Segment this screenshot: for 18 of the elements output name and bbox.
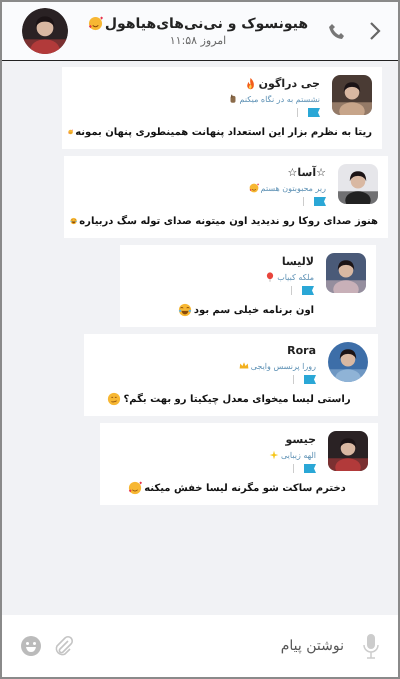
message-text: اون برنامه خیلی سم بود xyxy=(194,304,314,316)
message-text: هنوز صدای روکا رو ندیدید اون میتونه صدای توله سگ دربیاره xyxy=(79,216,378,226)
sender-status: ریر محبوبتون هستم xyxy=(260,184,326,192)
message-input[interactable]: نوشتن پیام xyxy=(84,638,352,654)
sender-name[interactable]: لالیسا xyxy=(282,255,314,268)
message-text: ریتا به نظرم بزار این استعداد پنهانت همینطوری پنهان بمونه xyxy=(75,126,372,138)
message-text: راستی لیسا میخوای معدل چیکیتا رو بهت بگم؟ xyxy=(123,394,351,404)
chat-title: هیونسوک و نی‌نی‌های‌هیاهول xyxy=(104,16,308,32)
sender-status: رورا پرنسس وایجی xyxy=(250,362,316,370)
sender-status: نشستم به در نگاه میکنم xyxy=(240,94,320,104)
sender-status: ملکه کبیاب xyxy=(277,272,314,282)
last-seen-time: امروز ۱۱:۵۸ xyxy=(170,34,226,46)
message-text: دخترم ساکت شو مگرنه لیسا خفش میکنه xyxy=(144,482,346,494)
sender-name[interactable]: Rora xyxy=(287,344,316,357)
sender-name[interactable]: جیسو xyxy=(285,433,316,446)
sender-name[interactable]: جی دراگون xyxy=(258,77,320,90)
sender-status: الهه زیبایی xyxy=(280,450,316,460)
sender-name[interactable]: ☆آسا☆ xyxy=(288,166,326,179)
